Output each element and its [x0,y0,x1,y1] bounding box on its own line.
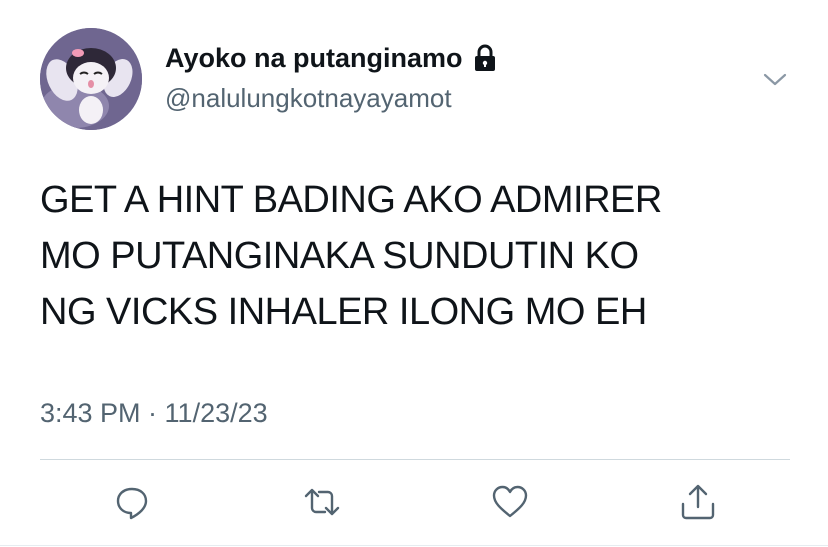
tweet-timestamp[interactable]: 3:43 PM · 11/23/23 [40,396,268,430]
share-icon[interactable] [678,482,718,522]
lock-icon [473,44,497,72]
like-icon[interactable] [490,482,530,522]
retweet-icon[interactable] [302,482,342,522]
author-display-name[interactable]: Ayoko na putanginamo [165,41,497,75]
avatar-image [40,28,142,130]
divider [40,459,790,460]
display-name-text: Ayoko na putanginamo [165,43,463,73]
bottom-divider [0,545,828,546]
author-handle[interactable]: @nalulungkotnayayamot [165,82,452,114]
tweet-line: GET A HINT BADING AKO ADMIRER [40,179,662,221]
tweet-line: MO PUTANGINAKA SUNDUTIN KO [40,235,639,277]
avatar[interactable] [40,28,142,130]
chevron-down-icon[interactable] [760,64,790,94]
tweet-text: GET A HINT BADING AKO ADMIRER MO PUTANGI… [40,172,800,340]
reply-icon[interactable] [112,482,152,522]
tweet-line: NG VICKS INHALER ILONG MO EH [40,291,647,333]
